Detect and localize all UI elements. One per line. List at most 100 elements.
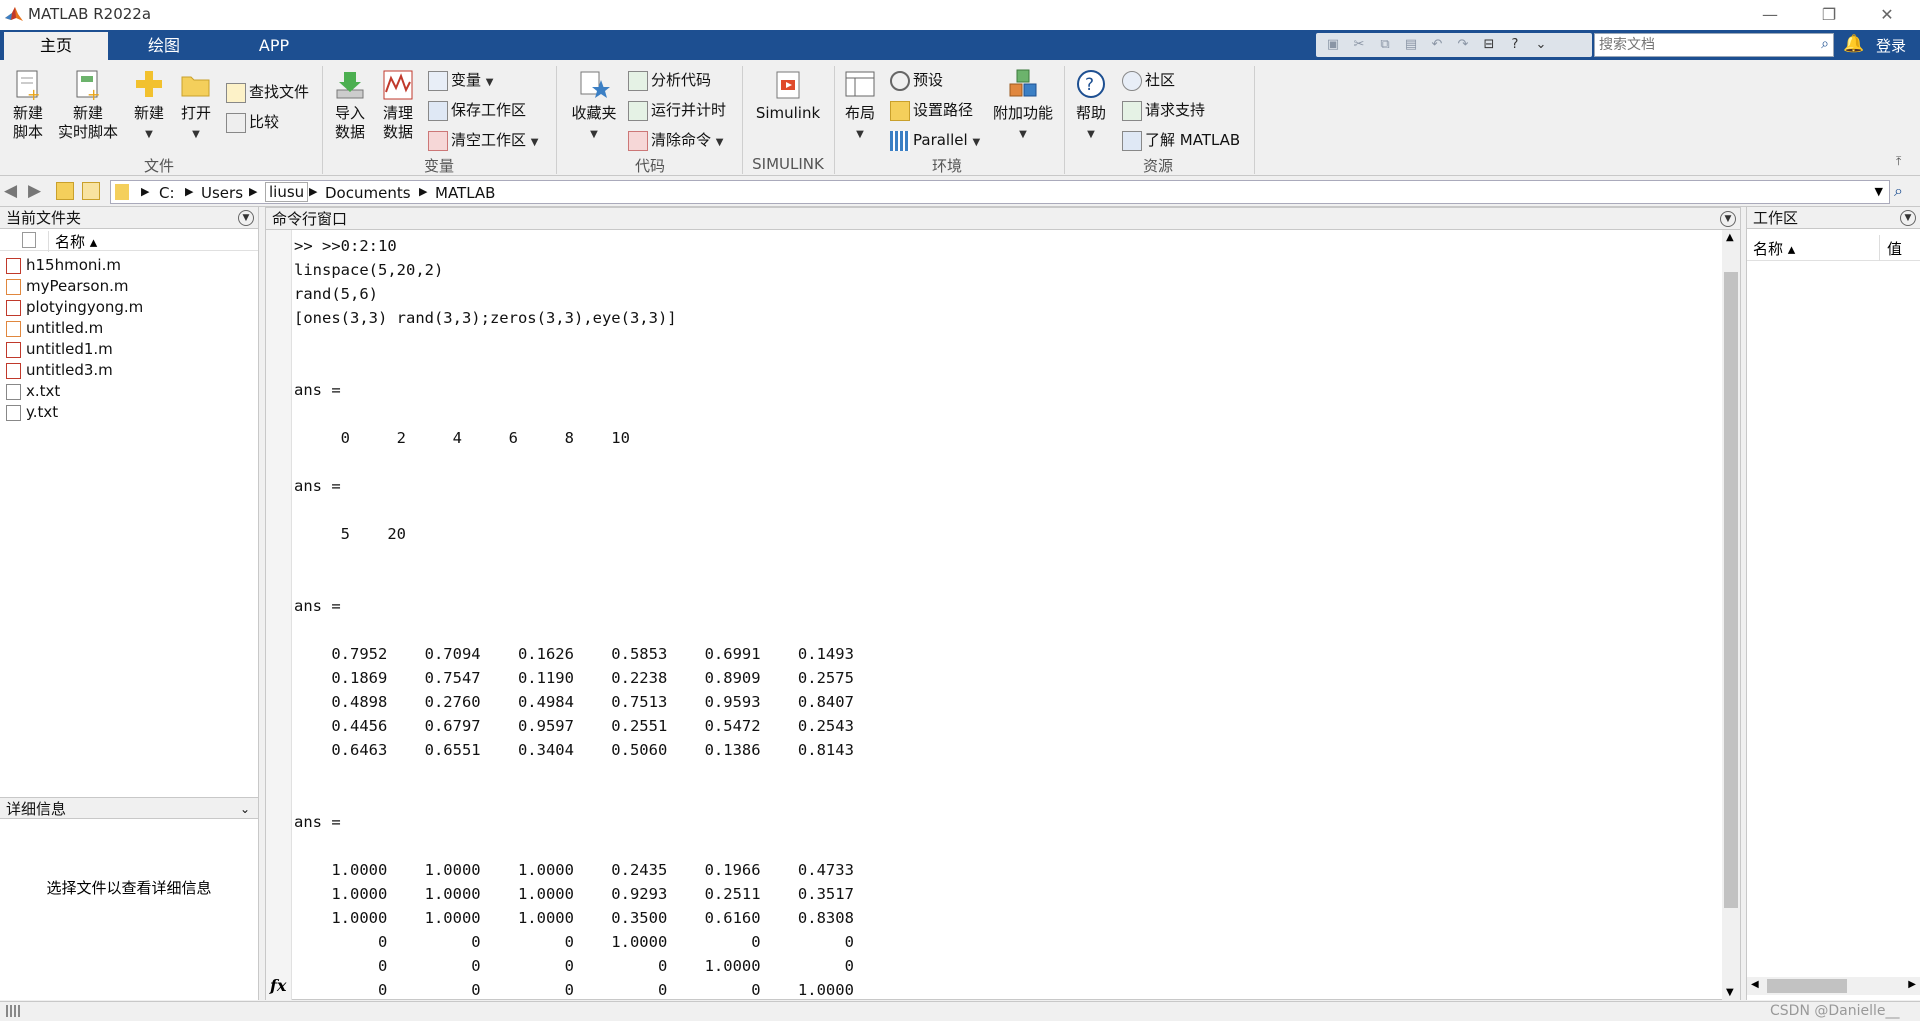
file-row[interactable]: untitled3.m	[6, 360, 113, 381]
compare-button[interactable]: 比较	[226, 110, 279, 134]
help-icon[interactable]: ?	[1506, 36, 1524, 54]
browse-folder-icon[interactable]	[82, 182, 100, 200]
cut-icon[interactable]: ✂	[1350, 36, 1368, 54]
horizontal-scrollbar[interactable]: ◀ ▶	[1747, 977, 1920, 995]
parallel-dropdown-caret[interactable]: ▼	[972, 137, 980, 148]
clear-commands-dropdown-caret[interactable]: ▼	[716, 137, 724, 148]
path-crumb-liusu[interactable]: liusu	[265, 182, 309, 202]
close-button[interactable]: ✕	[1864, 2, 1910, 28]
panel-menu-icon[interactable]: ▼	[1900, 210, 1916, 226]
new-script-button[interactable]: + 新建 脚本	[6, 68, 50, 142]
path-crumb-documents[interactable]: Documents	[325, 184, 411, 202]
panel-menu-icon[interactable]: ▼	[1720, 211, 1736, 227]
new-dropdown-caret[interactable]: ▼	[145, 129, 153, 140]
login-link[interactable]: 登录	[1876, 35, 1906, 56]
dropdown-icon[interactable]: ⌄	[1532, 36, 1550, 54]
tab-home[interactable]: 主页	[4, 32, 108, 60]
find-files-button[interactable]: 查找文件	[226, 80, 309, 104]
variable-dropdown-caret[interactable]: ▼	[486, 77, 494, 88]
scroll-right-icon[interactable]: ▶	[1908, 979, 1916, 990]
favorites-button[interactable]: 收藏夹 ▼	[566, 68, 622, 144]
request-support-button[interactable]: 请求支持	[1122, 98, 1205, 122]
import-data-button[interactable]: 导入 数据	[330, 68, 370, 142]
new-button[interactable]: 新建 ▼	[128, 68, 170, 144]
scroll-up-icon[interactable]: ▲	[1726, 232, 1734, 243]
file-row[interactable]: x.txt	[6, 381, 60, 402]
command-window[interactable]: 命令行窗口 ▼ fx >> >>0:2:10 linspace(5,20,2) ra…	[265, 207, 1741, 1000]
search-folder-icon[interactable]: ⌕	[1894, 181, 1903, 201]
set-path-button[interactable]: 设置路径	[890, 98, 973, 122]
column-divider	[1879, 235, 1880, 261]
forward-arrow-icon[interactable]: ▶	[28, 181, 41, 201]
path-dropdown-caret[interactable]: ▼	[1875, 185, 1883, 198]
switch-windows-icon[interactable]: ⊟	[1480, 36, 1498, 54]
help-button[interactable]: ? 帮助 ▼	[1070, 68, 1112, 144]
panel-menu-icon[interactable]: ▼	[238, 210, 254, 226]
file-row[interactable]: h15hmoni.m	[6, 255, 121, 276]
open-button[interactable]: 打开 ▼	[176, 68, 216, 144]
compare-icon	[226, 112, 246, 133]
scrollbar-thumb[interactable]	[1724, 272, 1738, 908]
layout-dropdown-caret[interactable]: ▼	[856, 129, 864, 140]
back-arrow-icon[interactable]: ◀	[4, 181, 17, 201]
path-field[interactable]: ▶ C: ▶ Users ▶ liusu ▶ Documents ▶ MATLA…	[110, 180, 1890, 204]
path-crumb-c[interactable]: C:	[159, 184, 175, 202]
scrollbar-thumb[interactable]	[1767, 979, 1847, 993]
search-icon[interactable]: ⌕	[1821, 36, 1829, 52]
workspace-name-column[interactable]: 名称 ▴	[1753, 238, 1795, 259]
name-column-header[interactable]: 名称 ▴	[48, 231, 97, 252]
learn-matlab-button[interactable]: 了解 MATLAB	[1122, 128, 1240, 152]
up-folder-icon[interactable]	[56, 182, 74, 200]
simulink-button[interactable]: Simulink	[750, 68, 826, 123]
file-row[interactable]: untitled.m	[6, 318, 103, 339]
favorites-dropdown-caret[interactable]: ▼	[590, 129, 598, 140]
analyze-code-button[interactable]: 分析代码	[628, 68, 711, 92]
notification-bell-icon[interactable]: 🔔	[1843, 34, 1864, 54]
details-title: 详细信息	[6, 800, 67, 818]
current-folder-header: 当前文件夹 ▼	[0, 207, 258, 229]
variable-button[interactable]: 变量 ▼	[428, 68, 494, 92]
minimize-button[interactable]: —	[1747, 2, 1793, 28]
file-row[interactable]: plotyingyong.m	[6, 297, 143, 318]
scroll-down-icon[interactable]: ▼	[1726, 987, 1734, 998]
tab-apps[interactable]: APP	[222, 32, 326, 60]
file-row[interactable]: untitled1.m	[6, 339, 113, 360]
vertical-scrollbar[interactable]: ▲ ▼	[1722, 230, 1740, 1000]
undo-icon[interactable]: ↶	[1428, 36, 1446, 54]
parallel-button[interactable]: Parallel ▼	[890, 128, 980, 152]
copy-icon[interactable]: ⧉	[1376, 36, 1394, 54]
tab-plots[interactable]: 绘图	[112, 32, 216, 60]
save-icon[interactable]: ▣	[1324, 36, 1342, 54]
scroll-left-icon[interactable]: ◀	[1751, 979, 1759, 990]
addons-button[interactable]: 附加功能 ▼	[990, 68, 1056, 144]
help-dropdown-caret[interactable]: ▼	[1087, 129, 1095, 140]
path-crumb-matlab[interactable]: MATLAB	[435, 184, 495, 202]
layout-button[interactable]: 布局 ▼	[840, 68, 880, 144]
collapse-ribbon-icon[interactable]: ⤒	[1896, 154, 1901, 169]
open-dropdown-caret[interactable]: ▼	[192, 129, 200, 140]
run-and-time-button[interactable]: 运行并计时	[628, 98, 726, 122]
paste-icon[interactable]: ▤	[1402, 36, 1420, 54]
save-workspace-button[interactable]: 保存工作区	[428, 98, 526, 122]
details-header[interactable]: 详细信息 ⌄	[0, 797, 258, 819]
search-input[interactable]	[1595, 34, 1800, 56]
workspace-value-column[interactable]: 值	[1887, 238, 1902, 259]
fx-function-browser-icon[interactable]: fx	[270, 976, 286, 995]
clear-commands-button[interactable]: 清除命令 ▼	[628, 128, 724, 152]
addons-dropdown-caret[interactable]: ▼	[1019, 129, 1027, 140]
clear-workspace-button[interactable]: 清空工作区 ▼	[428, 128, 539, 152]
path-crumb-users[interactable]: Users	[201, 184, 243, 202]
preferences-button[interactable]: 预设	[890, 68, 943, 92]
clear-workspace-dropdown-caret[interactable]: ▼	[531, 137, 539, 148]
new-live-script-button[interactable]: + 新建 实时脚本	[56, 68, 120, 142]
path-separator: ▶	[185, 185, 194, 198]
set-path-icon	[890, 100, 910, 121]
clean-data-button[interactable]: 清理 数据	[378, 68, 418, 142]
community-button[interactable]: 社区	[1122, 68, 1175, 92]
file-row[interactable]: y.txt	[6, 402, 58, 423]
restore-button[interactable]: ❐	[1806, 2, 1852, 28]
chevron-down-icon[interactable]: ⌄	[240, 798, 250, 820]
file-row[interactable]: myPearson.m	[6, 276, 128, 297]
open-label: 打开	[180, 104, 211, 122]
redo-icon[interactable]: ↷	[1454, 36, 1472, 54]
